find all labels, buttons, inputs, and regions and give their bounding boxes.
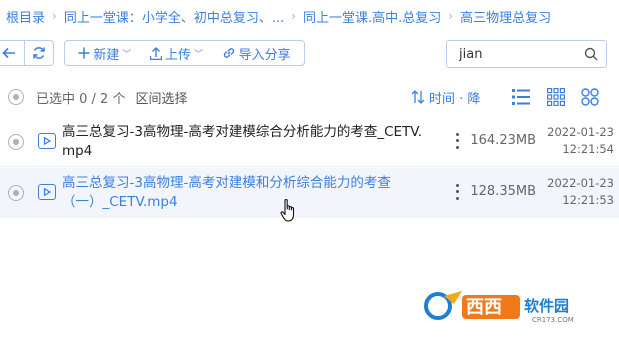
more-icon[interactable]: [454, 131, 460, 151]
search-input[interactable]: [459, 46, 584, 62]
import-share-button[interactable]: 导入分享: [222, 44, 291, 63]
breadcrumb-level-1[interactable]: 同上一堂课：小学全、初中总复习、...: [64, 7, 284, 26]
file-date-day: 2022-01-23: [547, 125, 614, 139]
breadcrumb-separator: ›: [448, 9, 454, 23]
hand-cursor-icon: [280, 198, 295, 222]
sort-icon: [411, 90, 425, 104]
search-box: [446, 40, 607, 68]
file-date: 2022-01-23 12:21:53: [546, 175, 614, 209]
upload-icon: [149, 46, 162, 60]
file-name-line: 高三总复习-3高物理-高考对建模综合分析能力的考查_CETV.: [62, 124, 423, 140]
refresh-button[interactable]: [23, 41, 53, 65]
new-button[interactable]: 新建 ﹀: [78, 44, 131, 63]
selection-bar: 已选中 0 / 2 个 区间选择 时间 · 降: [0, 82, 619, 112]
video-file-icon: [38, 184, 56, 200]
file-size: 128.35MB: [470, 184, 536, 199]
file-date: 2022-01-23 12:21:54: [546, 124, 614, 158]
breadcrumb-current[interactable]: 高三物理总复习: [460, 7, 551, 26]
file-name[interactable]: 高三总复习-3高物理-高考对建模综合分析能力的考查_CETV. mp4: [62, 123, 452, 161]
svg-text:CR173.COM: CR173.COM: [532, 316, 574, 324]
new-button-label: 新建: [93, 47, 120, 63]
large-grid-view-icon[interactable]: [581, 88, 599, 106]
sort-button[interactable]: 时间 · 降: [411, 88, 480, 107]
file-date-time: 12:21:53: [562, 193, 614, 207]
upload-button-label: 上传: [164, 47, 191, 63]
selection-count: 已选中 0 / 2 个: [36, 91, 126, 107]
video-file-icon: [38, 133, 56, 149]
back-button[interactable]: [0, 41, 24, 65]
file-size: 164.23MB: [470, 133, 536, 148]
file-name[interactable]: 高三总复习-3高物理-高考对建模和分析综合能力的考查 （一）_CETV.mp4: [62, 174, 452, 212]
back-arrow-icon: [2, 47, 16, 59]
breadcrumb-separator: ›: [291, 9, 297, 23]
grid-view-icon[interactable]: [547, 88, 565, 106]
upload-button[interactable]: 上传 ﹀: [149, 44, 204, 63]
file-row[interactable]: 高三总复习-3高物理-高考对建模和分析综合能力的考查 （一）_CETV.mp4 …: [0, 168, 619, 218]
file-name-line: mp4: [62, 143, 93, 159]
chevron-down-icon: ﹀: [194, 49, 204, 60]
import-share-label: 导入分享: [238, 47, 291, 63]
file-date-time: 12:21:54: [562, 142, 614, 156]
file-name-line: 高三总复习-3高物理-高考对建模和分析综合能力的考查: [62, 175, 391, 191]
file-name-line: （一）_CETV.mp4: [62, 194, 178, 210]
row-checkbox[interactable]: [8, 185, 24, 201]
nav-button-group: [0, 40, 54, 66]
list-view-icon[interactable]: [512, 88, 530, 106]
breadcrumb: 根目录 › 同上一堂课：小学全、初中总复习、... › 同上一堂课.高中.总复习…: [0, 0, 619, 32]
watermark-logo: 西西 软件园 CR173.COM: [424, 291, 574, 324]
action-button-group: 新建 ﹀ 上传 ﹀ 导入分享: [64, 40, 305, 66]
breadcrumb-root[interactable]: 根目录: [6, 7, 45, 26]
plus-icon: [78, 47, 90, 59]
more-icon[interactable]: [454, 182, 460, 202]
svg-text:西西: 西西: [466, 297, 502, 318]
range-select-button[interactable]: 区间选择: [135, 88, 187, 107]
toolbar: 新建 ﹀ 上传 ﹀ 导入分享: [0, 40, 619, 70]
search-icon[interactable]: [584, 47, 598, 61]
chevron-down-icon: ﹀: [122, 49, 132, 60]
breadcrumb-level-2[interactable]: 同上一堂课.高中.总复习: [303, 7, 441, 26]
link-icon: [223, 48, 234, 58]
select-all-checkbox[interactable]: [8, 89, 24, 105]
sort-label: 时间 · 降: [429, 91, 481, 107]
row-checkbox[interactable]: [8, 134, 24, 150]
file-row[interactable]: 高三总复习-3高物理-高考对建模综合分析能力的考查_CETV. mp4 164.…: [0, 117, 619, 167]
breadcrumb-separator: ›: [52, 9, 57, 23]
svg-text:软件园: 软件园: [524, 297, 569, 315]
refresh-icon: [33, 47, 45, 59]
file-date-day: 2022-01-23: [547, 176, 614, 190]
